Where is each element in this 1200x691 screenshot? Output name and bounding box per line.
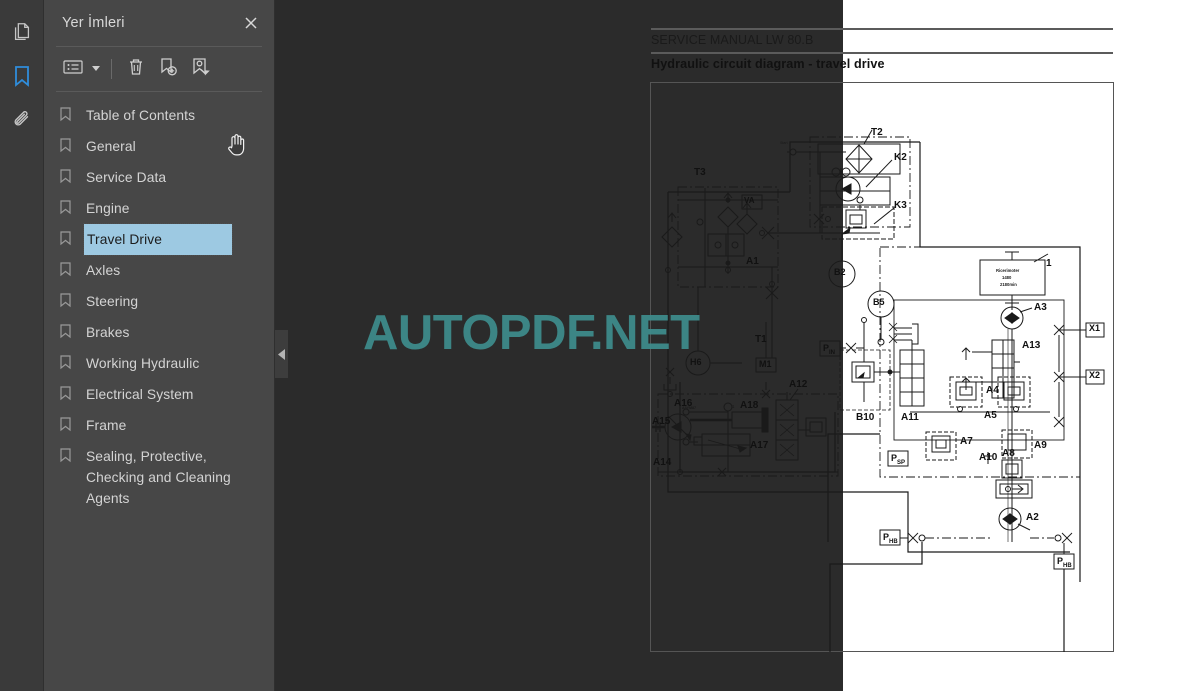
bookmark-plus-icon [158,57,178,82]
bookmark-item-service-data[interactable]: Service Data [44,162,274,193]
close-panel-button[interactable] [240,12,262,34]
rail-item-attachments[interactable] [0,98,44,142]
bookmark-icon [60,286,84,313]
bookmark-icon [60,317,84,344]
bookmark-icon [60,348,84,375]
rail-item-bookmarks[interactable] [0,54,44,98]
bookmark-item-working-hydraulic[interactable]: Working Hydraulic [44,348,274,379]
bookmark-icon [60,131,84,158]
bookmark-label: Electrical System [86,387,194,402]
bookmark-item-steering[interactable]: Steering [44,286,274,317]
bookmark-icon [60,224,84,251]
bookmarks-panel: Yer İmleri Table of Contents General Ser… [44,0,275,691]
bookmark-item-brakes[interactable]: Brakes [44,317,274,348]
bookmark-label: Working Hydraulic [86,356,200,371]
document-subtitle: Hydraulic circuit diagram - travel drive [651,57,885,71]
bookmark-icon [60,410,84,437]
bookmarks-toolbar [44,47,274,91]
bookmark-list: Table of Contents General Service Data E… [44,92,274,514]
bookmark-label: Frame [86,418,127,433]
bookmarks-icon [12,64,32,88]
bookmarks-panel-header: Yer İmleri [44,0,274,46]
bookmark-item-travel-drive[interactable]: Travel Drive [44,223,274,256]
trash-icon [127,57,145,82]
bookmark-label: Brakes [86,325,130,340]
diagram-outer-frame [650,82,1114,652]
delete-bookmark-button[interactable] [121,54,151,84]
bookmark-label: Table of Contents [86,108,196,123]
list-options-button[interactable] [58,54,88,84]
bookmark-icon [60,162,84,189]
list-options-icon [63,59,83,80]
bookmark-label: General [86,139,136,154]
bookmark-label: Steering [86,294,139,309]
paperclip-icon [11,109,33,131]
bookmark-edit-icon [190,57,210,82]
bookmark-label: Axles [86,263,121,278]
add-bookmark-button[interactable] [153,54,183,84]
chevron-left-icon [277,348,285,360]
toolbar-divider [111,59,112,79]
edit-bookmark-button[interactable] [185,54,215,84]
header-rule-middle [651,52,1113,54]
rail-item-pages[interactable] [0,10,44,54]
header-rule-top [651,28,1113,30]
bookmark-label: Sealing, Protective, Checking and Cleani… [86,449,231,506]
bookmark-icon [60,379,84,406]
bookmark-item-frame[interactable]: Frame [44,410,274,441]
panel-title: Yer İmleri [62,15,125,31]
bookmark-item-engine[interactable]: Engine [44,193,274,224]
bookmark-label: Engine [86,201,130,216]
bookmark-item-electrical-system[interactable]: Electrical System [44,379,274,410]
bookmark-icon [60,193,84,220]
collapse-sidebar-handle[interactable] [275,330,288,378]
list-options-caret[interactable] [90,54,102,84]
bookmark-label: Travel Drive [82,223,234,256]
bookmark-icon [60,441,84,468]
bookmark-item-table-of-contents[interactable]: Table of Contents [44,100,274,131]
bookmark-item-sealing-protective[interactable]: Sealing, Protective, Checking and Cleani… [44,441,274,514]
pdf-reader-window: SERVICE MANUAL LW 80.B Hydraulic circuit… [0,0,1200,691]
bookmark-icon [60,100,84,127]
pages-icon [11,21,33,43]
document-header-title: SERVICE MANUAL LW 80.B [651,33,814,47]
bookmark-item-general[interactable]: General [44,131,274,162]
bookmark-label: Service Data [86,170,167,185]
sidebar-icon-rail [0,0,44,691]
bookmark-icon [60,255,84,282]
bookmark-item-axles[interactable]: Axles [44,255,274,286]
